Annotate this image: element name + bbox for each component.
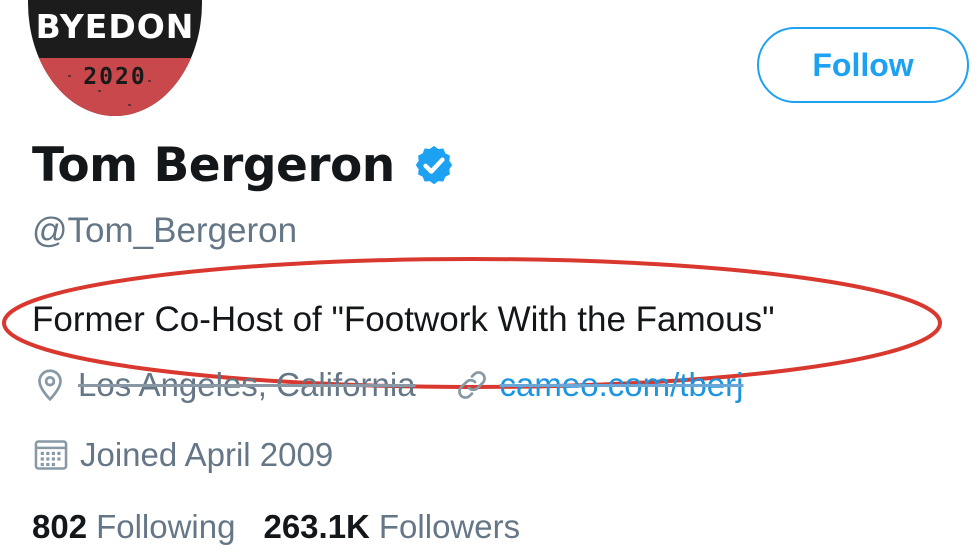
joined-row: Joined April 2009 (32, 436, 333, 474)
website-link[interactable]: cameo.com/tberj (500, 366, 744, 404)
user-handle: @Tom_Bergeron (32, 211, 298, 250)
website-link-group[interactable]: cameo.com/tberj (454, 366, 744, 404)
location-pin-icon (38, 369, 62, 402)
follow-stats: 802 Following 263.1K Followers (32, 508, 520, 546)
following-label: Following (96, 508, 236, 545)
location-text: Los Angeles, California (78, 366, 416, 403)
following-count: 802 (32, 508, 88, 545)
follow-button[interactable]: Follow (757, 27, 969, 103)
display-name: Tom Bergeron (32, 138, 395, 193)
bio-text: Former Co-Host of "Footwork With the Fam… (32, 300, 775, 339)
followers-count: 263.1K (263, 508, 370, 545)
link-icon (457, 371, 486, 399)
calendar-icon (34, 440, 68, 470)
joined-date-text: Joined April 2009 (80, 436, 334, 473)
avatar-speck (98, 90, 101, 92)
following-stat[interactable]: 802 Following (32, 508, 235, 546)
avatar-speck (58, 102, 61, 104)
avatar[interactable]: BYEDON 2020 (28, 0, 202, 116)
followers-stat[interactable]: 263.1K Followers (263, 508, 520, 546)
location-link-row: Los Angeles, California cameo.com/tberj (32, 366, 743, 404)
name-row: Tom Bergeron (32, 138, 457, 193)
avatar-speck (168, 100, 171, 102)
profile-header: BYEDON 2020 Follow Tom Bergeron @Tom_Ber… (0, 0, 980, 556)
avatar-speck (128, 104, 131, 106)
followers-label: Followers (378, 508, 521, 545)
avatar-title-text: BYEDON (35, 7, 195, 46)
verified-badge-icon (415, 145, 452, 184)
avatar-year-text: 2020 (83, 64, 147, 90)
